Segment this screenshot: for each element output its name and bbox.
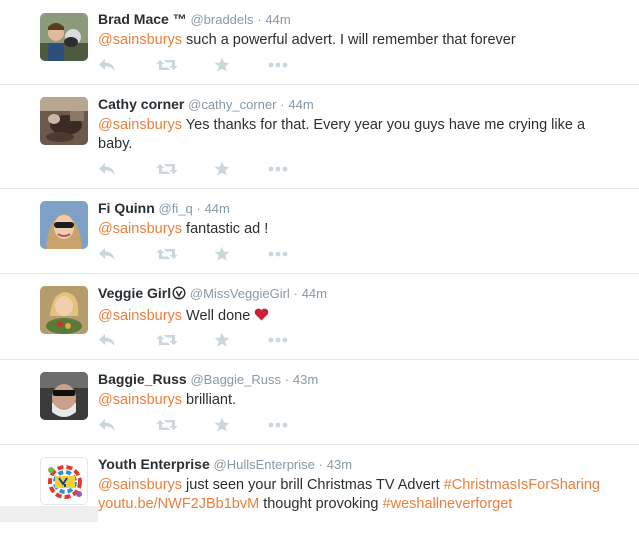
username[interactable]: @fi_q	[159, 201, 193, 216]
timestamp[interactable]: 44m	[288, 97, 313, 112]
reply-icon[interactable]	[98, 161, 116, 177]
tweet[interactable]: Fi Quinn @fi_q · 44m @sainsburys fantast…	[0, 189, 639, 274]
tweet-text: @sainsburys brilliant.	[98, 391, 619, 410]
separator: ·	[318, 457, 323, 472]
tweet-text: @sainsburys such a powerful advert. I wi…	[98, 31, 619, 50]
tweet-header: Youth Enterprise @HullsEnterprise · 43m	[98, 455, 619, 474]
retweet-icon[interactable]	[156, 57, 178, 73]
fullname[interactable]: Fi Quinn	[98, 200, 155, 216]
fullname[interactable]: Cathy corner	[98, 96, 184, 112]
tweet-header: Cathy corner @cathy_corner · 44m	[98, 95, 619, 114]
star-icon[interactable]	[214, 417, 230, 433]
reply-icon[interactable]	[98, 332, 116, 348]
scrollbar-track[interactable]	[0, 506, 98, 522]
timestamp[interactable]: 44m	[205, 201, 230, 216]
more-icon[interactable]	[268, 161, 288, 177]
retweet-icon[interactable]	[156, 332, 178, 348]
tweet[interactable]: Youth Enterprise @HullsEnterprise · 43m …	[0, 445, 639, 545]
url-link[interactable]: youtu.be/NWF2JBb1bvM	[98, 496, 259, 512]
tweet-body: such a powerful advert. I will remember …	[182, 32, 516, 48]
tweet-body-cont: thought provoking	[259, 496, 383, 512]
avatar[interactable]	[40, 372, 88, 420]
username[interactable]: @MissVeggieGirl	[190, 286, 290, 301]
tweet-body: brilliant.	[182, 392, 237, 408]
tweet-stream: Brad Mace ™ @braddels · 44m @sainsburys …	[0, 0, 639, 545]
tweet-header: Fi Quinn @fi_q · 44m	[98, 199, 619, 218]
heart-icon	[254, 308, 269, 327]
timestamp[interactable]: 43m	[293, 372, 318, 387]
more-icon[interactable]	[268, 57, 288, 73]
tweet-body: just seen your brill Christmas TV Advert	[182, 477, 444, 493]
star-icon[interactable]	[214, 57, 230, 73]
tweet-header: Brad Mace ™ @braddels · 44m	[98, 10, 619, 29]
mention-link[interactable]: @sainsburys	[98, 221, 182, 237]
fullname[interactable]: Baggie_Russ	[98, 371, 187, 387]
fullname[interactable]: Brad Mace ™	[98, 11, 187, 27]
tweet[interactable]: Cathy corner @cathy_corner · 44m @sainsb…	[0, 85, 639, 189]
separator: ·	[293, 286, 298, 301]
more-icon[interactable]	[268, 417, 288, 433]
hashtag-link[interactable]: #weshallneverforget	[383, 496, 513, 512]
separator: ·	[196, 201, 201, 216]
tweet-text: @sainsburys Yes thanks for that. Every y…	[98, 116, 619, 154]
hashtag-link[interactable]: #ChristmasIsForSharing	[444, 477, 600, 493]
tweet-header: Veggie Girl @MissVeggieGirl · 44m	[98, 284, 619, 305]
tweet-text: @sainsburys fantastic ad !	[98, 220, 619, 239]
tweet[interactable]: Baggie_Russ @Baggie_Russ · 43m @sainsbur…	[0, 360, 639, 445]
reply-icon[interactable]	[98, 417, 116, 433]
mention-link[interactable]: @sainsburys	[98, 308, 182, 324]
verified-icon	[172, 286, 186, 305]
more-icon[interactable]	[268, 332, 288, 348]
fullname[interactable]: Youth Enterprise	[98, 456, 210, 472]
separator: ·	[257, 12, 262, 27]
retweet-icon[interactable]	[156, 417, 178, 433]
username[interactable]: @braddels	[190, 12, 253, 27]
username[interactable]: @HullsEnterprise	[214, 457, 315, 472]
fullname[interactable]: Veggie Girl	[98, 285, 171, 301]
tweet-text: @sainsburys Well done	[98, 307, 619, 327]
more-icon[interactable]	[268, 246, 288, 262]
retweet-icon[interactable]	[156, 246, 178, 262]
mention-link[interactable]: @sainsburys	[98, 477, 182, 493]
retweet-icon[interactable]	[156, 161, 178, 177]
avatar[interactable]	[40, 97, 88, 145]
star-icon[interactable]	[214, 246, 230, 262]
tweet[interactable]: Veggie Girl @MissVeggieGirl · 44m @sains…	[0, 274, 639, 360]
star-icon[interactable]	[214, 161, 230, 177]
avatar[interactable]	[40, 13, 88, 61]
avatar[interactable]	[40, 201, 88, 249]
tweet[interactable]: Brad Mace ™ @braddels · 44m @sainsburys …	[0, 0, 639, 85]
tweet-text: @sainsburys just seen your brill Christm…	[98, 476, 619, 514]
separator: ·	[280, 97, 285, 112]
avatar[interactable]	[40, 457, 88, 505]
star-icon[interactable]	[214, 332, 230, 348]
tweet-header: Baggie_Russ @Baggie_Russ · 43m	[98, 370, 619, 389]
tweet-body: fantastic ad !	[182, 221, 269, 237]
timestamp[interactable]: 44m	[302, 286, 327, 301]
username[interactable]: @cathy_corner	[188, 97, 276, 112]
timestamp[interactable]: 43m	[327, 457, 352, 472]
tweet-body: Well done	[182, 308, 255, 324]
avatar[interactable]	[40, 286, 88, 334]
timestamp[interactable]: 44m	[265, 12, 290, 27]
mention-link[interactable]: @sainsburys	[98, 392, 182, 408]
mention-link[interactable]: @sainsburys	[98, 32, 182, 48]
mention-link[interactable]: @sainsburys	[98, 117, 182, 133]
separator: ·	[284, 372, 290, 387]
reply-icon[interactable]	[98, 246, 116, 262]
reply-icon[interactable]	[98, 57, 116, 73]
username[interactable]: @Baggie_Russ	[190, 372, 281, 387]
